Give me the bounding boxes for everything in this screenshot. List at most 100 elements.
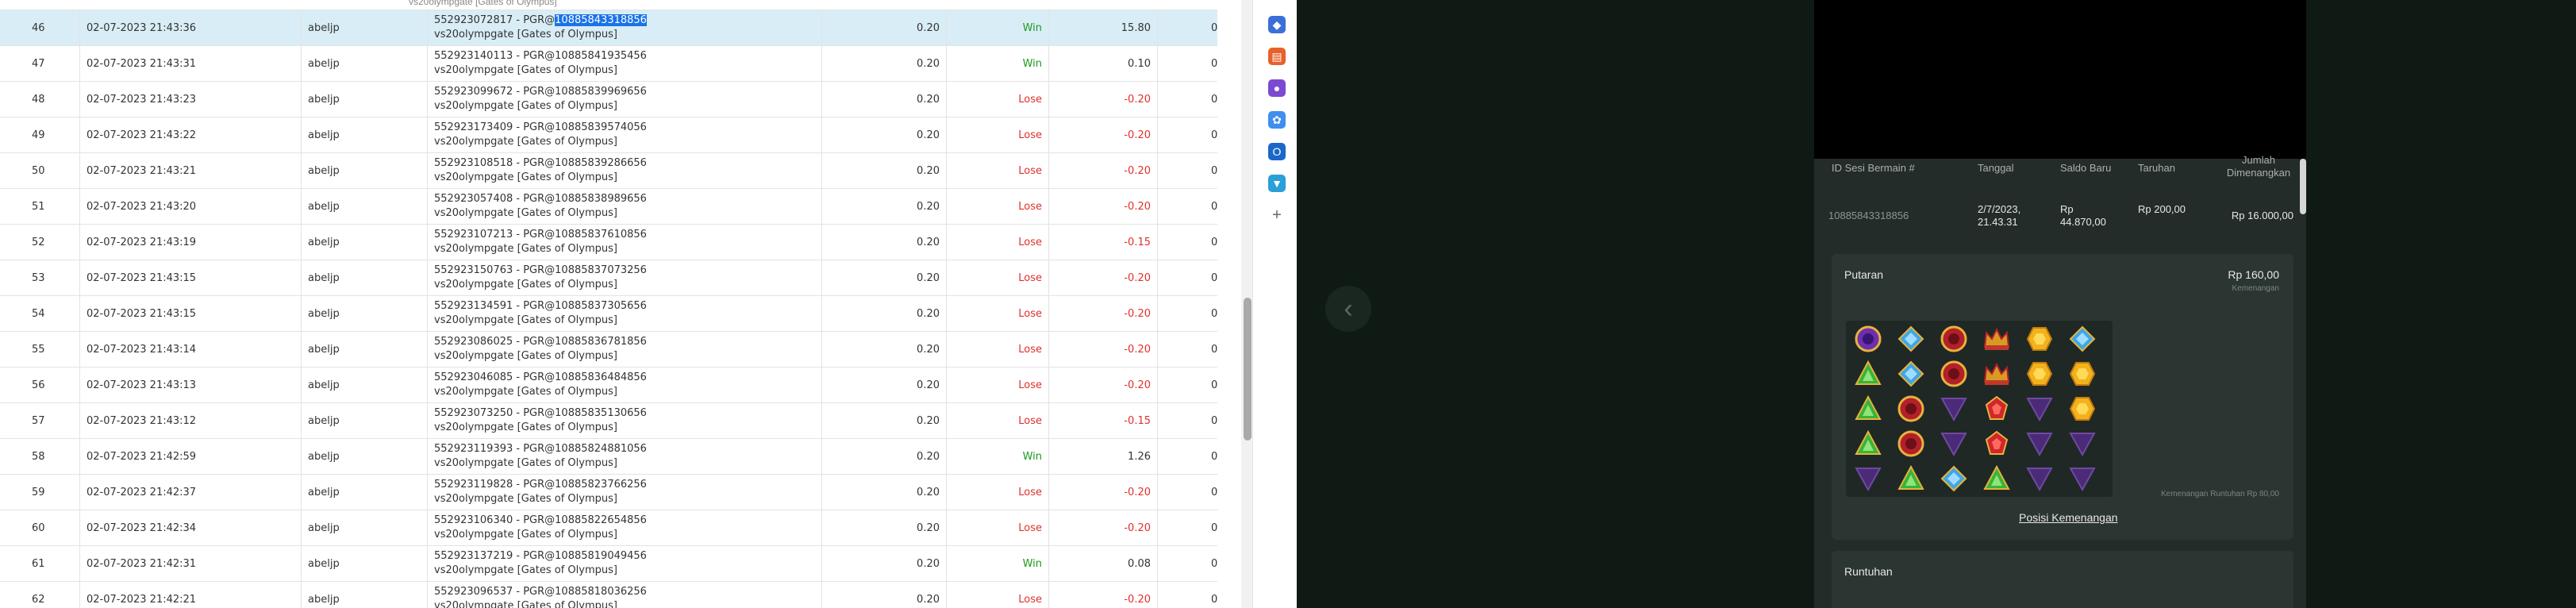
- table-row[interactable]: 51 02-07-2023 21:43:20 abeljp 552923057408 …: [0, 188, 1217, 225]
- outlook-icon[interactable]: O: [1268, 143, 1286, 160]
- row-bet: 0.20: [821, 402, 947, 439]
- table-row[interactable]: 58 02-07-2023 21:42:59 abeljp 552923119393 …: [0, 438, 1217, 475]
- transaction-table: 46 02-07-2023 21:43:36 abeljp 552923072817 …: [0, 10, 1217, 608]
- row-game: vs20olympgate [Gates of Olympus]: [434, 64, 617, 76]
- row-info: 552923119393 - PGR@10885824881056 vs20oly…: [427, 438, 822, 475]
- table-row[interactable]: 54 02-07-2023 21:43:15 abeljp 552923134591 …: [0, 295, 1217, 332]
- row-profit-loss: -0.20: [1048, 367, 1158, 403]
- row-number: 58: [0, 438, 80, 475]
- row-jackpot: 0.00: [1157, 10, 1217, 46]
- row-tanggal: 2/7/2023, 21.43.31: [1978, 203, 2021, 228]
- row-game: vs20olympgate [Gates of Olympus]: [434, 529, 617, 541]
- row-profit-loss: -0.20: [1048, 581, 1158, 608]
- yellow-gem-icon: [2065, 394, 2100, 424]
- row-result: Lose: [946, 331, 1049, 367]
- row-transaction-id: 552923107213 - PGR@10885837610856: [434, 229, 647, 241]
- green-triangle-icon: [1851, 359, 1886, 389]
- header-id: ID Sesi Bermain #: [1832, 162, 1915, 174]
- row-user: abeljp: [301, 331, 428, 367]
- row-jackpot: 0.00: [1157, 510, 1217, 546]
- row-jackpot: 0.00: [1157, 117, 1217, 153]
- table-row[interactable]: 55 02-07-2023 21:43:14 abeljp 552923086025 …: [0, 331, 1217, 367]
- table-row[interactable]: 57 02-07-2023 21:43:12 abeljp 552923073250 …: [0, 402, 1217, 439]
- panel-scrollbar-thumb[interactable]: [2300, 159, 2306, 214]
- row-result: Lose: [946, 152, 1049, 189]
- table-row[interactable]: 56 02-07-2023 21:43:13 abeljp 552923046085 …: [0, 367, 1217, 403]
- row-profit-loss: -0.20: [1048, 331, 1158, 367]
- kemenangan-runtuhan: Kemenangan Runtuhan Rp 80,00: [2160, 490, 2279, 498]
- red-gem-icon: [1979, 394, 2014, 424]
- row-date: 02-07-2023 21:42:31: [79, 545, 302, 582]
- row-profit-loss: -0.20: [1048, 510, 1158, 546]
- row-info: 552923099672 - PGR@10885839969656 vs20oly…: [427, 81, 822, 117]
- row-transaction-id: 552923119828 - PGR@10885823766256: [434, 479, 647, 491]
- row-bet: 0.20: [821, 188, 947, 225]
- table-row[interactable]: 46 02-07-2023 21:43:36 abeljp 552923072817 …: [0, 10, 1217, 46]
- tag-icon[interactable]: ◆: [1268, 16, 1286, 33]
- row-jackpot: 0.00: [1157, 45, 1217, 82]
- red-ring-icon: [1894, 394, 1928, 424]
- row-jackpot: 0.00: [1157, 402, 1217, 439]
- putaran-card: Putaran Rp 160,00 Kemenangan Kemenangan …: [1832, 254, 2293, 540]
- row-transaction-id: 552923173409 - PGR@10885839574056: [434, 121, 647, 133]
- row-result: Lose: [946, 224, 1049, 260]
- purple-triangle-icon: [1936, 429, 1971, 459]
- row-user: abeljp: [301, 10, 428, 46]
- table-row[interactable]: 49 02-07-2023 21:43:22 abeljp 552923173409 …: [0, 117, 1217, 153]
- row-jackpot: 0.00: [1157, 581, 1217, 608]
- table-row[interactable]: 62 02-07-2023 21:42:21 abeljp 552923096537 …: [0, 581, 1217, 608]
- cart-icon[interactable]: ▼: [1268, 175, 1286, 192]
- header-tanggal: Tanggal: [1978, 162, 2014, 174]
- row-jackpot: 0.00: [1157, 188, 1217, 225]
- crown-icon: [1979, 359, 2014, 389]
- table-row[interactable]: 53 02-07-2023 21:43:15 abeljp 552923150763 …: [0, 260, 1217, 296]
- table-row[interactable]: 52 02-07-2023 21:43:19 abeljp 552923107213 …: [0, 224, 1217, 260]
- row-transaction-id: 552923150763 - PGR@10885837073256: [434, 264, 647, 276]
- table-row[interactable]: 59 02-07-2023 21:42:37 abeljp 552923119828 …: [0, 474, 1217, 510]
- table-row[interactable]: 60 02-07-2023 21:42:34 abeljp 552923106340 …: [0, 510, 1217, 546]
- table-row[interactable]: 61 02-07-2023 21:42:31 abeljp 552923137219 …: [0, 545, 1217, 582]
- row-game: vs20olympgate [Gates of Olympus]: [434, 386, 617, 398]
- row-info: 552923107213 - PGR@10885837610856 vs20oly…: [427, 224, 822, 260]
- table-row[interactable]: 50 02-07-2023 21:43:21 abeljp 552923108518 …: [0, 152, 1217, 189]
- row-bet: 0.20: [821, 260, 947, 296]
- row-transaction-id: 552923137219 - PGR@10885819049456: [434, 550, 647, 562]
- red-gem-icon: [1979, 429, 2014, 459]
- row-game: vs20olympgate [Gates of Olympus]: [434, 457, 617, 469]
- row-profit-loss: -0.20: [1048, 152, 1158, 189]
- row-user: abeljp: [301, 81, 428, 117]
- row-profit-loss: 0.10: [1048, 45, 1158, 82]
- purple-triangle-icon: [2022, 429, 2057, 459]
- basket-icon[interactable]: ▤: [1268, 48, 1286, 65]
- transaction-table-panel: vs20olympgate [Gates of Olympus] 46 02-07…: [0, 0, 1217, 608]
- purple-triangle-icon: [2065, 464, 2100, 494]
- row-taruhan: Rp 200,00: [2138, 203, 2186, 215]
- row-user: abeljp: [301, 474, 428, 510]
- back-button[interactable]: ‹: [1325, 286, 1371, 332]
- history-row[interactable]: 10885843318856 2/7/2023, 21.43.31 Rp 44.…: [1814, 192, 2306, 246]
- row-user: abeljp: [301, 152, 428, 189]
- scrollbar-thumb[interactable]: [1244, 298, 1251, 441]
- row-dimenangkan: Rp 16.000,00: [2231, 210, 2293, 221]
- puzzle-icon[interactable]: ✿: [1268, 111, 1286, 129]
- row-user: abeljp: [301, 545, 428, 582]
- row-result: Win: [946, 10, 1049, 46]
- table-row[interactable]: 47 02-07-2023 21:43:31 abeljp 552923140113 …: [0, 45, 1217, 82]
- user-icon[interactable]: ●: [1268, 79, 1286, 97]
- row-game: vs20olympgate [Gates of Olympus]: [434, 243, 617, 255]
- row-result: Lose: [946, 295, 1049, 332]
- row-bet: 0.20: [821, 45, 947, 82]
- row-transaction-id: 552923099672 - PGR@10885839969656: [434, 86, 647, 98]
- row-info: 552923096537 - PGR@10885818036256 vs20oly…: [427, 581, 822, 608]
- add-extension-icon[interactable]: +: [1268, 206, 1286, 224]
- posisi-kemenangan-link[interactable]: Posisi Kemenangan: [2019, 511, 2118, 524]
- row-jackpot: 0.00: [1157, 295, 1217, 332]
- row-info: 552923057408 - PGR@10885838989656 vs20oly…: [427, 188, 822, 225]
- purple-triangle-icon: [2022, 464, 2057, 494]
- row-profit-loss: 0.08: [1048, 545, 1158, 582]
- row-profit-loss: -0.15: [1048, 402, 1158, 439]
- row-info: 552923140113 - PGR@10885841935456 vs20oly…: [427, 45, 822, 82]
- row-date: 02-07-2023 21:43:14: [79, 331, 302, 367]
- table-row[interactable]: 48 02-07-2023 21:43:23 abeljp 552923099672 …: [0, 81, 1217, 117]
- blue-gem-icon: [1894, 359, 1928, 389]
